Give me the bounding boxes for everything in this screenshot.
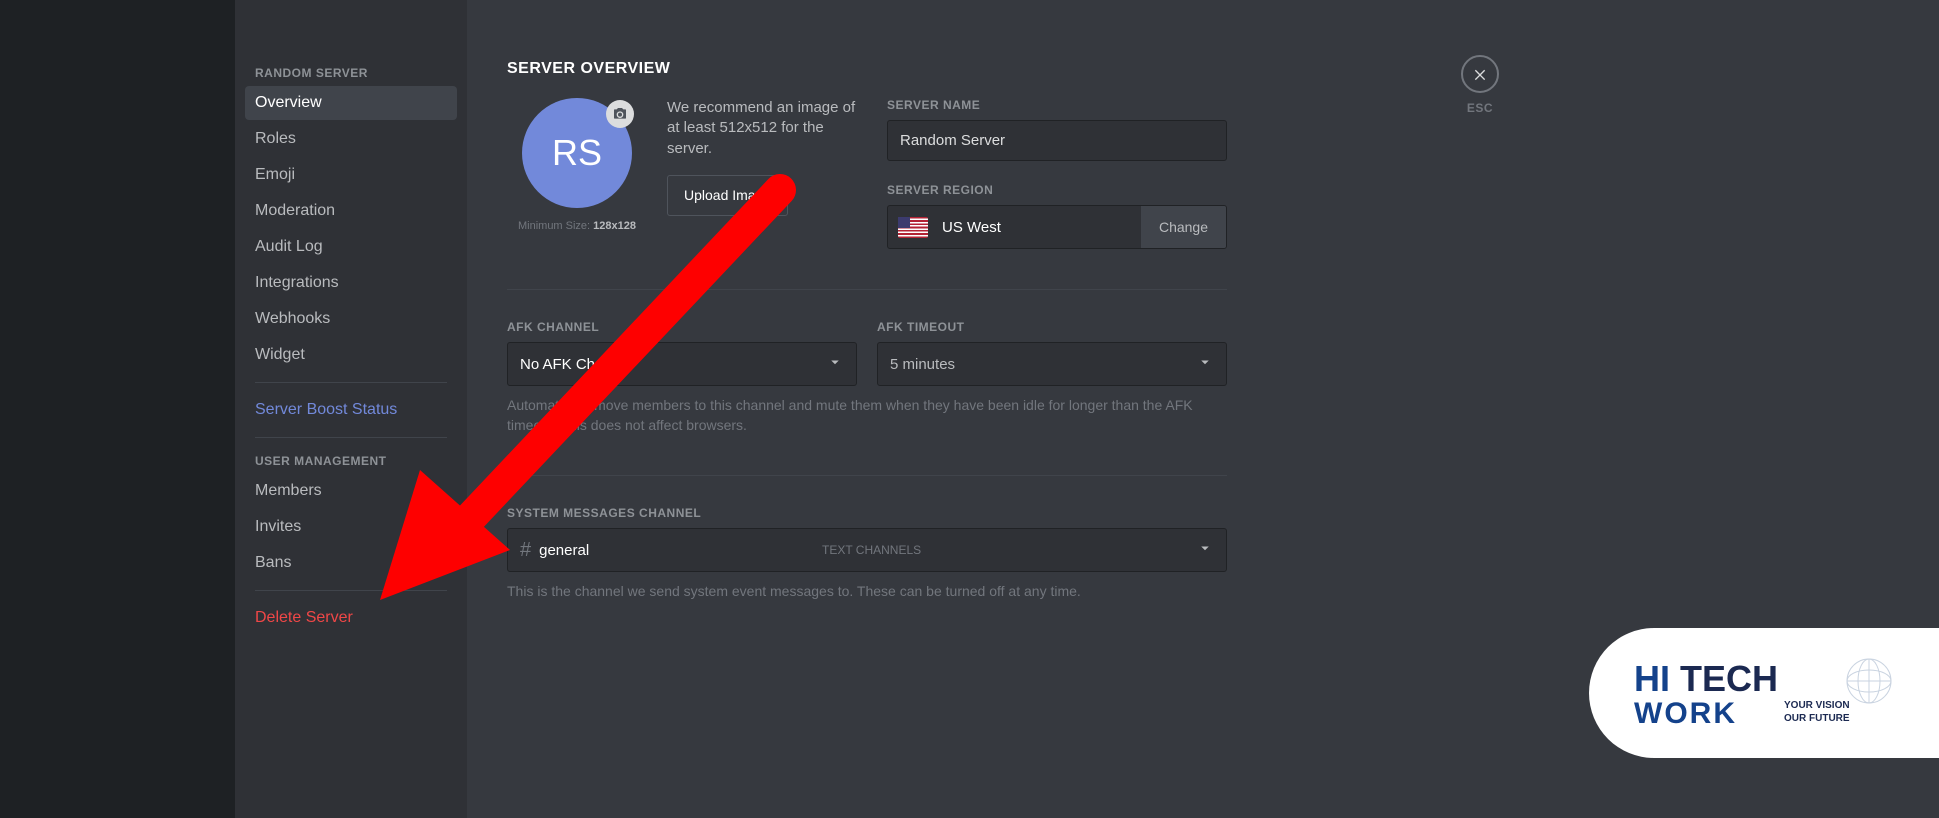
watermark-logo: HI TECH WORK YOUR VISION OUR FUTURE: [1589, 628, 1939, 758]
afk-help-text: Automatically move members to this chann…: [507, 396, 1227, 435]
upload-image-icon[interactable]: [606, 100, 634, 128]
svg-text:WORK: WORK: [1634, 697, 1737, 730]
sidebar-item-delete-server[interactable]: Delete Server: [245, 601, 457, 635]
change-region-button[interactable]: Change: [1141, 206, 1226, 248]
chevron-down-icon: [1196, 353, 1214, 376]
system-messages-suffix: TEXT CHANNELS: [822, 543, 921, 557]
server-region-label: SERVER REGION: [887, 183, 1227, 197]
sidebar-item-moderation[interactable]: Moderation: [245, 194, 457, 228]
section-divider: [507, 289, 1227, 290]
system-messages-label: SYSTEM MESSAGES CHANNEL: [507, 506, 1499, 520]
svg-text:OUR FUTURE: OUR FUTURE: [1784, 713, 1850, 724]
afk-timeout-value: 5 minutes: [890, 356, 1196, 373]
sidebar-separator: [255, 437, 447, 438]
sidebar-separator: [255, 590, 447, 591]
minimum-size-note: Minimum Size: 128x128: [507, 220, 647, 232]
sidebar-item-widget[interactable]: Widget: [245, 338, 457, 372]
sidebar-item-server-boost[interactable]: Server Boost Status: [245, 393, 457, 427]
esc-label: ESC: [1461, 101, 1499, 115]
settings-content: SERVER OVERVIEW RS Minimum Size: 128x128…: [467, 0, 1539, 818]
system-messages-select[interactable]: # general TEXT CHANNELS: [507, 528, 1227, 572]
chevron-down-icon: [1196, 539, 1214, 562]
left-gutter: [0, 0, 235, 818]
server-avatar[interactable]: RS: [522, 98, 632, 208]
sidebar-item-emoji[interactable]: Emoji: [245, 158, 457, 192]
sidebar-item-roles[interactable]: Roles: [245, 122, 457, 156]
hash-icon: #: [520, 539, 531, 562]
sidebar-header-user-management: USER MANAGEMENT: [245, 448, 457, 474]
sidebar-item-webhooks[interactable]: Webhooks: [245, 302, 457, 336]
sidebar-item-bans[interactable]: Bans: [245, 546, 457, 580]
afk-timeout-label: AFK TIMEOUT: [877, 320, 1227, 334]
afk-channel-value: No AFK Channel: [520, 356, 826, 373]
svg-text:HI: HI: [1634, 658, 1670, 699]
server-name-label: SERVER NAME: [887, 98, 1227, 112]
afk-timeout-select[interactable]: 5 minutes: [877, 342, 1227, 386]
upload-image-button[interactable]: Upload Image: [667, 175, 788, 216]
sidebar-item-members[interactable]: Members: [245, 474, 457, 508]
server-region-value: US West: [942, 219, 1141, 236]
section-divider: [507, 475, 1227, 476]
sidebar-header-server: RANDOM SERVER: [245, 60, 457, 86]
system-messages-value: general: [539, 542, 814, 559]
sidebar-item-overview[interactable]: Overview: [245, 86, 457, 120]
server-avatar-initials: RS: [552, 132, 602, 174]
svg-text:TECH: TECH: [1680, 658, 1778, 699]
server-region-row: US West Change: [887, 205, 1227, 249]
server-name-input[interactable]: [887, 120, 1227, 161]
settings-sidebar: RANDOM SERVER Overview Roles Emoji Moder…: [235, 0, 467, 818]
sidebar-item-invites[interactable]: Invites: [245, 510, 457, 544]
close-icon: [1472, 66, 1488, 82]
svg-text:YOUR VISION: YOUR VISION: [1784, 700, 1850, 711]
sidebar-item-integrations[interactable]: Integrations: [245, 266, 457, 300]
afk-channel-select[interactable]: No AFK Channel: [507, 342, 857, 386]
chevron-down-icon: [826, 353, 844, 376]
recommend-text: We recommend an image of at least 512x51…: [667, 98, 867, 159]
page-title: SERVER OVERVIEW: [507, 60, 1499, 78]
system-help-text: This is the channel we send system event…: [507, 582, 1227, 602]
close-button[interactable]: [1461, 55, 1499, 93]
sidebar-separator: [255, 382, 447, 383]
sidebar-item-audit-log[interactable]: Audit Log: [245, 230, 457, 264]
us-flag-icon: [898, 217, 928, 238]
afk-channel-label: AFK CHANNEL: [507, 320, 857, 334]
